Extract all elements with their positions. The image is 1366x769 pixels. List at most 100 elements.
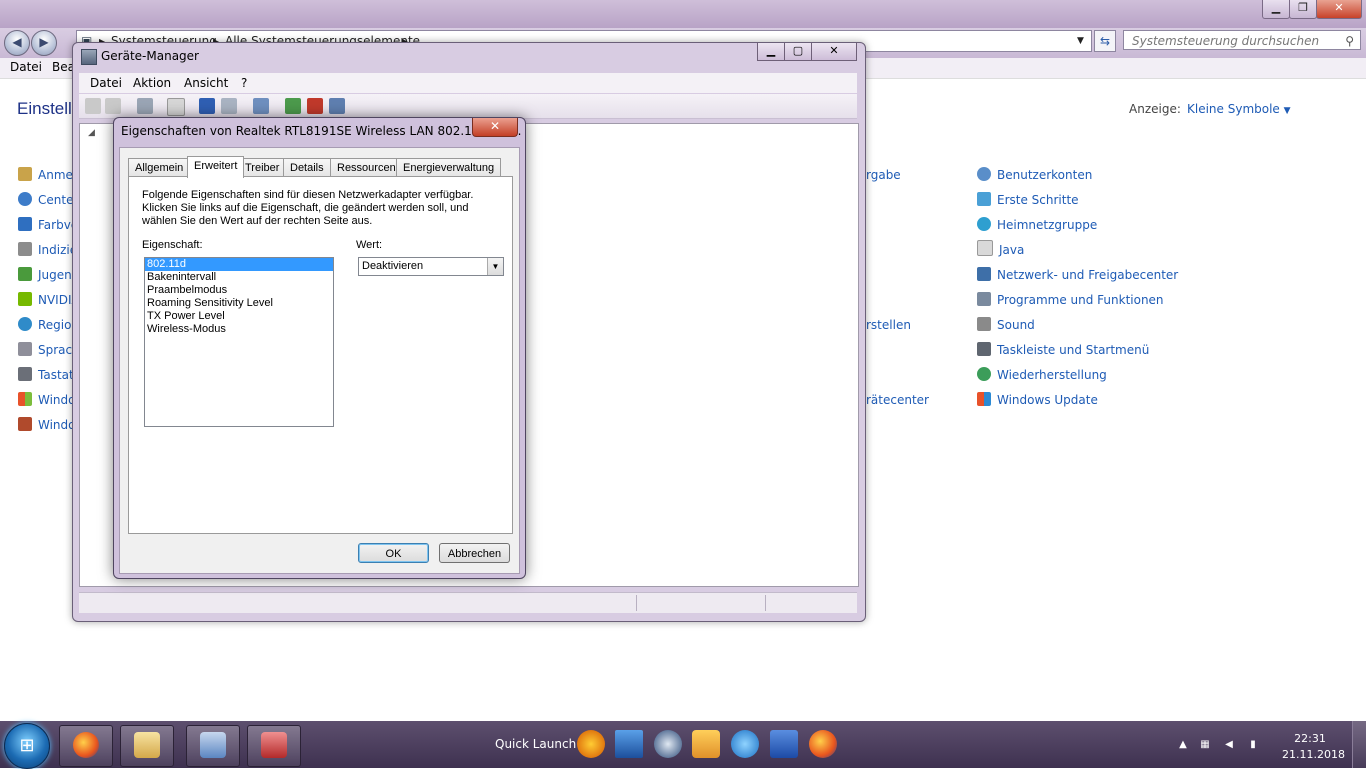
word-icon[interactable] [770,730,798,758]
cp-item-middle-2[interactable]: rstellen [866,315,911,335]
taskbar-control-panel[interactable] [186,725,240,767]
cp-item-region[interactable]: Region [18,315,79,335]
value-dropdown[interactable]: Deaktivieren ▼ [358,257,504,276]
refresh-button[interactable]: ⇆ [1094,30,1116,52]
chevron-down-icon[interactable]: ▼ [487,258,503,275]
outlook-icon[interactable] [692,730,720,758]
parental-control-icon [18,267,32,281]
cp-item-windows-update[interactable]: Windows Update [977,390,1098,410]
device-manager-statusbar [79,592,857,613]
cp-item-netzwerk[interactable]: Netzwerk- und Freigabecenter [977,265,1178,285]
cp-item-jugendschutz[interactable]: Jugend [18,265,79,285]
list-item[interactable]: Bakenintervall [145,271,333,284]
tab-treiber[interactable]: Treiber [238,158,287,177]
search-input[interactable]: Systemsteuerung durchsuchen ⚲ [1123,30,1361,50]
tab-erweitert[interactable]: Erweitert [187,156,245,178]
update-driver-icon[interactable] [285,98,301,114]
list-item[interactable]: 802.11d [145,258,333,271]
cp-item-windows-1[interactable]: Windo [18,390,76,410]
taskbar-device-manager[interactable] [247,725,301,767]
cp-item-label: Windows Update [997,393,1098,407]
device-manager-menubar: Datei Aktion Ansicht ? [79,73,857,93]
uninstall-icon[interactable] [307,98,323,114]
taskbar-firefox[interactable] [59,725,113,767]
steam-icon[interactable] [654,730,682,758]
help-icon[interactable] [199,98,215,114]
list-item[interactable]: Roaming Sensitivity Level [145,297,333,310]
cp-item-farbverwaltung[interactable]: Farbve [18,215,78,235]
indexing-icon [18,242,32,256]
cp-item-label: Windo [38,418,76,432]
color-management-icon [18,217,32,231]
dm-maximize-button[interactable]: ▢ [784,43,812,61]
status-separator [765,595,766,611]
cp-item-indizierung[interactable]: Indizie [18,240,77,260]
dm-menu-ansicht[interactable]: Ansicht [184,76,228,90]
cp-item-center[interactable]: Center [18,190,78,210]
firefox-quicklaunch-icon[interactable] [809,730,837,758]
value-label: Wert: [356,239,383,251]
forward-button[interactable]: ▶ [31,30,57,56]
tray-clock[interactable]: 22:31 21.11.2018 [1282,731,1345,763]
show-hide-tree-icon[interactable] [137,98,153,114]
tray-expand-icon[interactable]: ▲ [1176,739,1190,751]
cp-item-java[interactable]: Java [977,240,1024,260]
cp-item-middle-3[interactable]: rätecenter [866,390,929,410]
dm-menu-aktion[interactable]: Aktion [133,76,171,90]
cp-item-label: Taskleiste und Startmenü [997,343,1150,357]
properties-dialog: Eigenschaften von Realtek RTL8191SE Wire… [113,117,526,579]
back-arrow-icon[interactable] [85,98,101,114]
cp-item-spracherkennung[interactable]: Sprach [18,340,80,360]
list-item[interactable]: Wireless-Modus [145,323,333,336]
cp-item-windows-2[interactable]: Windo [18,415,76,435]
cp-item-nvidia[interactable]: NVIDIA [18,290,80,310]
network-tray-icon[interactable]: ▦ [1198,739,1212,751]
forward-arrow-icon[interactable] [105,98,121,114]
disable-device-icon[interactable] [329,98,345,114]
dm-menu-help[interactable]: ? [241,76,247,90]
taskbar-icon [977,342,991,356]
dm-close-button[interactable]: ✕ [811,43,857,61]
tab-ressourcen[interactable]: Ressourcen [330,158,403,177]
cp-item-benutzerkonten[interactable]: Benutzerkonten [977,165,1092,185]
menu-datei[interactable]: Datei [10,60,42,74]
cp-item-label: Wiederherstellung [997,368,1107,382]
internet-explorer-icon[interactable] [731,730,759,758]
cp-item-heimnetzgruppe[interactable]: Heimnetzgruppe [977,215,1097,235]
property-list[interactable]: 802.11d Bakenintervall Praambelmodus Roa… [144,257,334,427]
power-icon[interactable]: ▮ [1246,739,1260,751]
cp-item-erste-schritte[interactable]: Erste Schritte [977,190,1079,210]
cp-item-sound[interactable]: Sound [977,315,1035,335]
tab-details[interactable]: Details [283,158,331,177]
cp-item-wiederherstellung[interactable]: Wiederherstellung [977,365,1107,385]
dm-minimize-button[interactable]: ▁ [757,43,785,61]
cp-item-taskleiste[interactable]: Taskleiste und Startmenü [977,340,1149,360]
scan-hardware-icon[interactable] [253,98,269,114]
ok-button[interactable]: OK [358,543,429,563]
cp-item-anmeldeinformationen[interactable]: Anmel [18,165,76,185]
tab-allgemein[interactable]: Allgemein [128,158,191,177]
start-button[interactable]: ⊞ [4,723,50,769]
address-dropdown-icon[interactable]: ▼ [1077,36,1084,46]
tree-expand-icon[interactable]: ◢ [88,128,95,138]
desktop-icon[interactable] [615,730,643,758]
dialog-close-button[interactable]: ✕ [472,118,518,137]
list-item[interactable]: Praambelmodus [145,284,333,297]
volume-icon[interactable]: ◀ [1222,739,1236,751]
cp-item-programme[interactable]: Programme und Funktionen [977,290,1164,310]
view-icon[interactable] [221,98,237,114]
maximize-button[interactable]: ❐ [1289,0,1317,19]
show-desktop-button[interactable] [1352,721,1366,768]
back-button[interactable]: ◀ [4,30,30,56]
dm-menu-datei[interactable]: Datei [90,76,122,90]
view-dropdown[interactable]: Kleine Symbole ▼ [1187,102,1291,116]
close-button[interactable]: ✕ [1316,0,1362,19]
cancel-button[interactable]: Abbrechen [439,543,510,563]
list-item[interactable]: TX Power Level [145,310,333,323]
minimize-button[interactable]: ▁ [1262,0,1290,19]
bitdefender-icon[interactable] [577,730,605,758]
cp-item-middle-1[interactable]: rgabe [866,165,901,185]
taskbar-explorer[interactable] [120,725,174,767]
tab-energieverwaltung[interactable]: Energieverwaltung [396,158,502,177]
properties-icon[interactable] [167,98,185,116]
